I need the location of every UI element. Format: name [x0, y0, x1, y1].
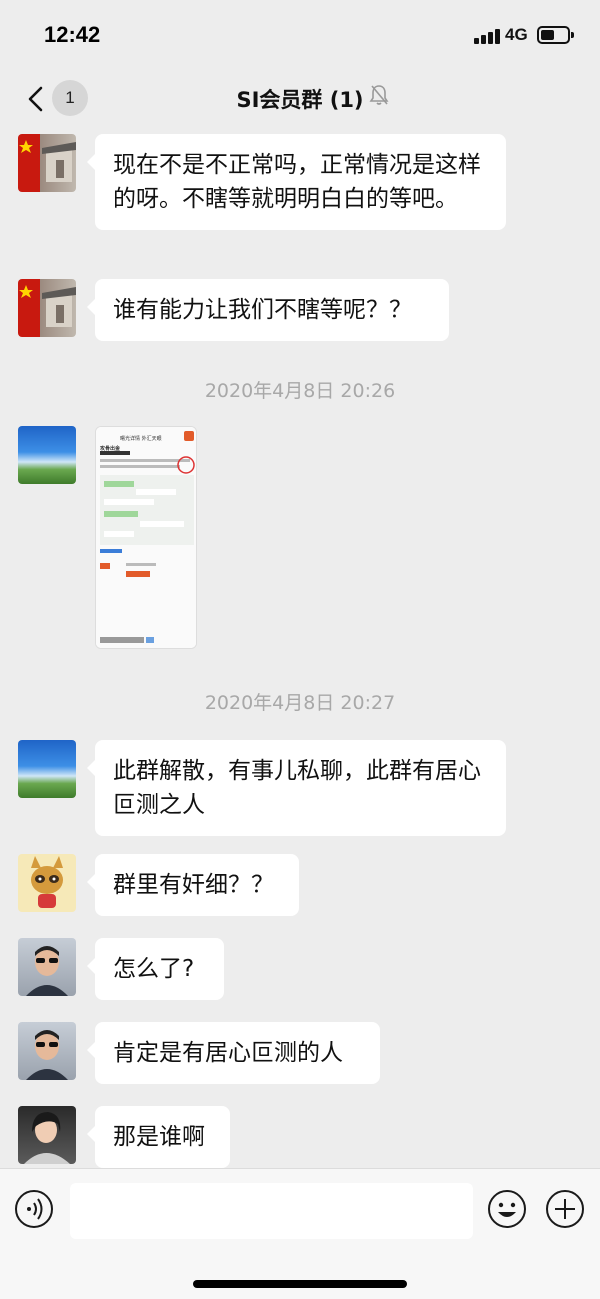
screenshot-thumbnail	[96, 427, 196, 648]
battery-icon	[537, 26, 574, 44]
message-timestamp: 2020年4月8日 20:26	[204, 380, 396, 402]
sky-avatar[interactable]	[18, 740, 76, 798]
message-bubble[interactable]: 此群解散，有事儿私聊，此群有居心叵测之人	[87, 740, 506, 836]
home-indicator[interactable]	[193, 1280, 407, 1288]
message-bubble[interactable]: 怎么了?	[87, 938, 224, 1000]
man-image	[26, 946, 68, 996]
status-time: 12:42	[44, 22, 101, 47]
flag-image	[19, 140, 76, 182]
message-bubble[interactable]: 谁有能力让我们不瞎等呢？？	[87, 279, 449, 341]
message-bubble[interactable]: 肯定是有居心叵测的人	[87, 1022, 380, 1084]
thumbnail-title: 曙光详情 外汇天眼	[120, 436, 162, 442]
man-image	[26, 1030, 68, 1080]
chat-title: SI会员群 (1)	[236, 88, 364, 112]
chat-header: 1 SI会员群 (1)	[0, 70, 600, 126]
flag-avatar[interactable]	[18, 134, 76, 192]
message-timestamp: 2020年4月8日 20:27	[204, 692, 396, 714]
signal-icon	[474, 28, 500, 44]
image-message[interactable]: 曙光详情 外汇天眼 攻骨出金	[95, 426, 197, 649]
input-bar	[0, 1168, 600, 1299]
thumbnail-heading: 攻骨出金	[100, 446, 121, 452]
message-bubble[interactable]: 现在不是不正常吗，正常情况是这样的呀。不瞎等就明明白白的等吧。	[87, 134, 506, 230]
sky-avatar[interactable]	[18, 426, 76, 484]
man-avatar[interactable]	[18, 938, 76, 996]
flag-avatar[interactable]	[18, 279, 76, 337]
raccoon-image	[31, 856, 63, 908]
plus-icon[interactable]	[545, 1189, 585, 1229]
status-bar: 12:42 4G	[0, 0, 600, 70]
man-avatar[interactable]	[18, 1022, 76, 1080]
emoji-icon[interactable]	[487, 1189, 527, 1229]
message-list[interactable]: 现在不是不正常吗，正常情况是这样的呀。不瞎等就明明白白的等吧。 谁有能力让我们不…	[0, 126, 600, 1168]
flag-image	[19, 285, 76, 327]
voice-icon[interactable]	[14, 1189, 54, 1229]
woman-avatar[interactable]	[18, 1106, 76, 1164]
message-input[interactable]	[70, 1183, 473, 1239]
message-bubble[interactable]: 那是谁啊	[87, 1106, 230, 1168]
raccoon-avatar[interactable]	[18, 854, 76, 912]
woman-image	[24, 1112, 70, 1164]
network-label: 4G	[505, 25, 528, 44]
message-bubble[interactable]: 群里有奸细？？	[87, 854, 299, 916]
bell-muted-icon	[369, 85, 389, 105]
